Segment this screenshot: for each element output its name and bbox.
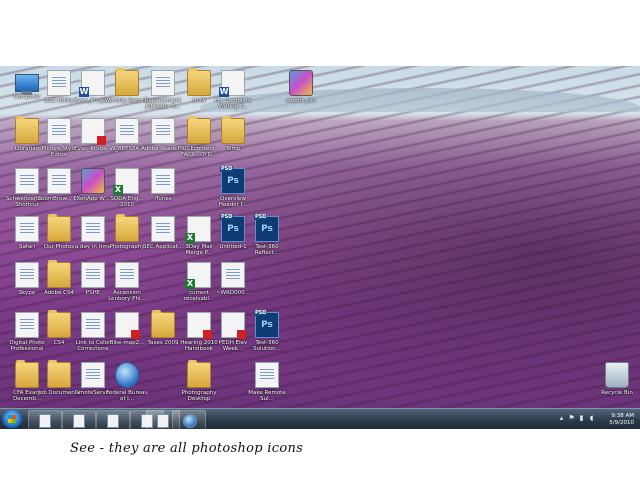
excel-icon [185,216,211,243]
photoshop-icon [81,262,105,288]
pdf-icon [81,118,106,145]
taskbar-button[interactable] [172,410,206,430]
system-tray: ▴ ⚑ ▮ ◖ 9:38 AM 5/9/2010 [558,410,638,428]
desktop-icon-label: Photography Desktop [181,390,217,402]
folder-icon [47,310,71,338]
recycle-bin-icon [605,362,629,388]
desktop-icon[interactable]: Make Remote Sui... [244,362,290,402]
desktop-wallpaper: ComputerDSS UtilityEvan_Kruge...WordUp R… [0,66,640,408]
desktop-icon-label: Temp [225,146,241,152]
desktop-icon-label: Test-360 Solution... [253,340,281,352]
photoshop-icon [151,168,175,194]
document-icon [115,118,139,144]
desktop-icon-label: iTunes [154,196,172,202]
desktop-icon[interactable]: For Complete Writing P... [210,70,256,110]
desktop-icon[interactable]: Temp [210,116,256,152]
photoshop-icon [73,414,85,428]
taskbar-button[interactable] [28,410,62,430]
photoshop-icon [255,362,279,388]
caption-text: See - they are all photoshop icons [70,441,304,456]
pdf-icon [187,312,212,339]
desktop-icon-label: Make Remote Sui... [248,390,286,402]
photoshop-icon [39,414,51,428]
clock-time[interactable]: 9:38 AM [594,413,634,419]
folder-icon [115,68,139,96]
folder-icon [47,360,71,388]
desktop-icon[interactable]: Ps Test-360 Solution... [244,310,290,352]
start-button[interactable] [2,410,22,428]
folder-icon [47,214,71,242]
document-icon [115,262,139,288]
photoshop-icon [81,362,105,388]
excel-icon [185,262,211,289]
desktop-icon[interactable]: Recycle Bin [594,362,640,396]
psd-icon: Ps [254,214,279,242]
desktop-icon-label: Recycle Bin [601,390,633,396]
desktop-icon[interactable]: ~WRD000... [210,262,256,296]
word-document-icon [219,70,245,97]
word-document-icon [79,70,105,97]
psd-icon: Ps [254,310,279,338]
desktop-icon-label: Ascension Lenbory Phi... [108,290,146,302]
photoshop-icon [151,118,175,144]
desktop-icon-label: Test-360 Reflect... [254,244,280,256]
clock-date[interactable]: 5/9/2010 [594,420,634,426]
desktop-icon-label: Federal Bureau of I... [106,390,148,402]
network-icon[interactable]: ▮ [578,415,585,422]
app-icon [81,168,105,194]
desktop-icon[interactable]: iTunes [140,168,186,202]
flag-icon[interactable]: ⚑ [568,415,575,422]
psd-icon: Ps [220,214,245,242]
folder-icon [187,116,211,144]
desktop-icon[interactable]: Ps Test-360 Reflect... [244,214,290,256]
pdf-icon [115,312,140,339]
photoshop-icon [157,414,169,428]
document-icon [151,70,175,96]
photoshop-icon [47,118,71,144]
app-icon [289,70,313,96]
desktop-icon[interactable]: Ps Overview Header f... [210,166,256,208]
taskbar: ▴ ⚑ ▮ ◖ 9:38 AM 5/9/2010 [0,408,640,430]
document-icon [221,262,245,288]
taskbar-button[interactable] [62,410,96,430]
desktop-icon-label: credits_pro [285,98,317,104]
folder-icon [187,68,211,96]
globe-icon [183,414,197,428]
desktop-icon[interactable]: credits_pro [278,70,324,104]
desktop-icon-label: Overview Header f... [218,196,248,208]
pdf-icon [221,312,246,339]
desktop-icon[interactable]: Ascension Lenbory Phi... [104,262,150,302]
psd-icon: Ps [220,166,245,194]
photoshop-icon [47,70,71,96]
globe-icon [115,362,139,388]
desktop-icon[interactable]: Photography Desktop [176,360,222,402]
photoshop-icon [47,168,71,194]
show-hidden-icons-icon[interactable]: ▴ [558,415,565,422]
folder-icon [151,310,175,338]
document-icon [151,216,175,242]
folder-icon [221,116,245,144]
folder-icon [115,214,139,242]
desktop-icon[interactable]: Federal Bureau of I... [104,362,150,402]
excel-icon [113,168,139,195]
photoshop-icon [107,414,119,428]
taskbar-button[interactable] [96,410,130,430]
folder-icon [187,360,211,388]
desktop-icon-label: For Complete Writing P... [214,98,252,110]
photoshop-icon [81,216,105,242]
desktop-icon-label: ~WRD000... [216,290,250,296]
folder-icon [47,260,71,288]
document-icon [81,312,105,338]
